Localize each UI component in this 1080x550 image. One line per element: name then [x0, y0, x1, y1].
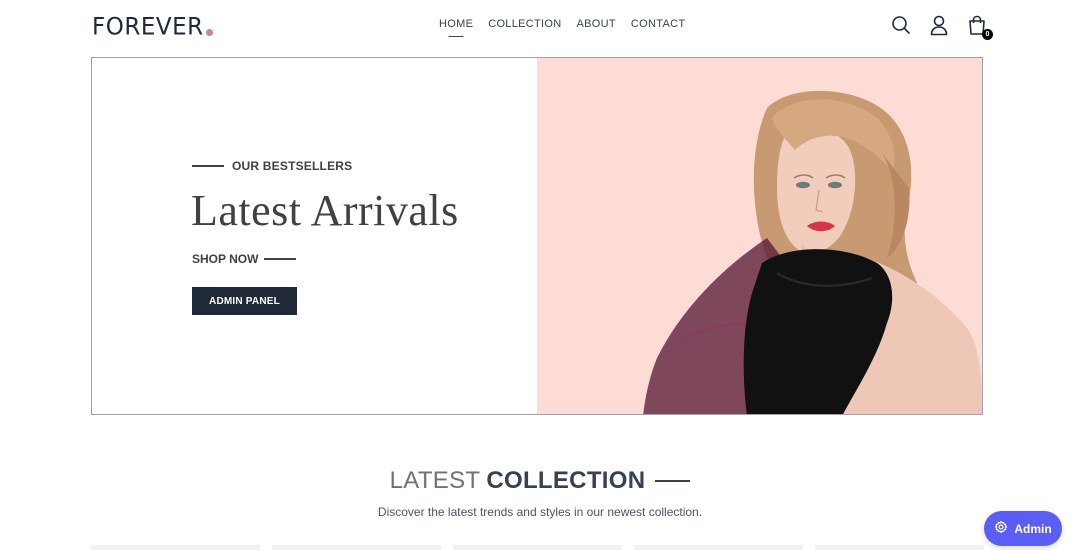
shop-now-link[interactable]: SHOP NOW [192, 252, 297, 266]
product-grid [91, 545, 984, 550]
main-nav: HOME COLLECTION ABOUT CONTACT [439, 18, 685, 30]
hero-banner: OUR BESTSELLERS Latest Arrivals SHOP NOW… [91, 57, 983, 415]
eyebrow-line [192, 165, 224, 167]
section-title-line [655, 480, 691, 482]
section-title-bold: COLLECTION [486, 467, 646, 494]
product-card[interactable] [634, 545, 803, 550]
floating-admin-button[interactable]: Admin [984, 511, 1062, 546]
nav-link-about[interactable]: ABOUT [577, 18, 616, 30]
hero-eyebrow: OUR BESTSELLERS [192, 159, 352, 173]
section-title-light: LATEST [389, 467, 481, 494]
admin-panel-button[interactable]: ADMIN PANEL [192, 287, 297, 315]
eyebrow-text: OUR BESTSELLERS [232, 159, 353, 173]
hero-text-panel: OUR BESTSELLERS Latest Arrivals SHOP NOW… [92, 58, 537, 414]
product-card[interactable] [272, 545, 441, 550]
profile-icon[interactable] [928, 14, 950, 36]
hero-image-panel [537, 58, 982, 414]
shop-now-line [264, 258, 297, 260]
product-card[interactable] [453, 545, 622, 550]
nav-icons: 0 [890, 14, 993, 40]
navbar: FOREVER HOME COLLECTION ABOUT CONTACT 0 [0, 0, 1080, 52]
product-card[interactable] [91, 545, 260, 550]
search-icon[interactable] [890, 14, 912, 36]
brand-dot [205, 29, 213, 36]
nav-link-collection[interactable]: COLLECTION [488, 18, 561, 30]
product-card[interactable] [815, 545, 984, 550]
nav-link-contact[interactable]: CONTACT [631, 18, 685, 30]
brand-logo[interactable]: FOREVER [92, 12, 213, 41]
hero-model-image [643, 90, 982, 414]
shop-now-text: SHOP NOW [192, 252, 259, 266]
section-subtitle: Discover the latest trends and styles in… [377, 505, 703, 519]
section-title: LATEST COLLECTION [0, 467, 1080, 495]
nav-link-home[interactable]: HOME [439, 18, 473, 30]
gear-icon [994, 520, 1008, 537]
cart-count-badge: 0 [982, 29, 993, 40]
floating-admin-label: Admin [1014, 521, 1052, 536]
brand-name: FOREVER [92, 13, 204, 41]
hero-title: Latest Arrivals [191, 186, 459, 235]
cart-icon[interactable]: 0 [966, 14, 993, 40]
